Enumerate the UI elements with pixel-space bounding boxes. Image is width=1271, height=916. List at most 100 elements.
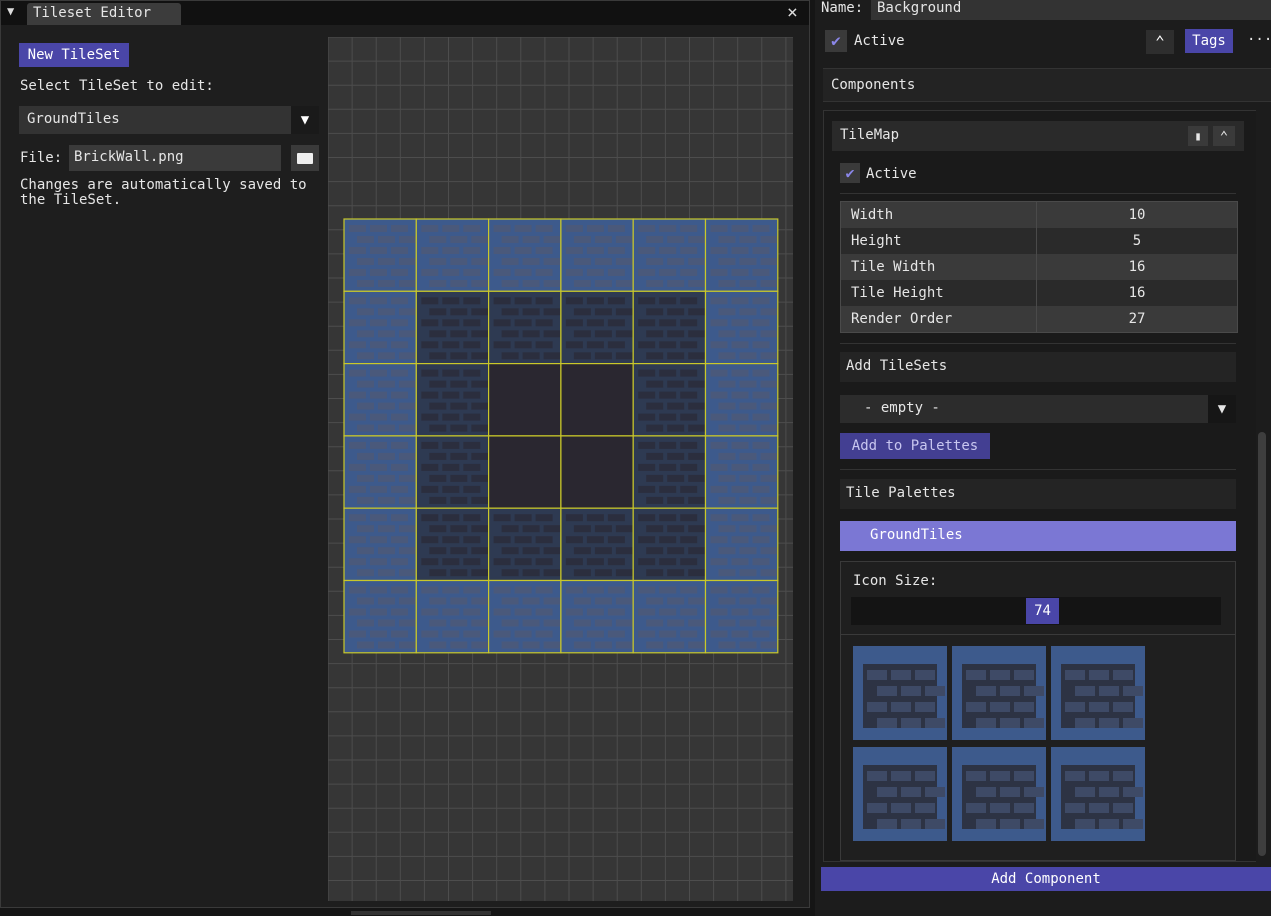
- tile-cell[interactable]: [560, 218, 634, 292]
- tile-cell[interactable]: [632, 363, 707, 437]
- brick: [565, 558, 583, 566]
- palette-tile[interactable]: [1051, 747, 1145, 841]
- chevron-down-icon[interactable]: ▼: [1208, 395, 1236, 423]
- close-icon[interactable]: ×: [787, 2, 798, 23]
- icon-size-slider[interactable]: 74: [851, 597, 1221, 625]
- brick: [450, 308, 468, 316]
- tile-cell[interactable]: [632, 435, 707, 509]
- tile-cell[interactable]: [415, 507, 490, 582]
- brick: [391, 269, 408, 276]
- tile-cell[interactable]: [704, 435, 779, 509]
- property-value[interactable]: 5: [1037, 233, 1237, 249]
- name-input[interactable]: Background: [871, 0, 1271, 20]
- tile-cell[interactable]: [343, 579, 417, 654]
- palette-tile[interactable]: [952, 747, 1046, 841]
- tile-cell[interactable]: [560, 290, 634, 365]
- brick: [421, 558, 439, 566]
- more-icon[interactable]: ···: [1247, 32, 1271, 48]
- brick: [535, 586, 553, 594]
- tile-cell[interactable]: [488, 290, 562, 365]
- brick: [901, 686, 921, 696]
- tile-cell[interactable]: [415, 435, 490, 509]
- trash-icon[interactable]: ▮: [1188, 126, 1208, 146]
- tile-cell[interactable]: [343, 363, 417, 437]
- palette-tiles[interactable]: [853, 646, 1145, 842]
- property-value[interactable]: 16: [1037, 259, 1237, 275]
- tile-cell[interactable]: [488, 218, 562, 292]
- tile-cell[interactable]: [704, 218, 779, 292]
- tile-cell[interactable]: [560, 363, 634, 437]
- brick: [607, 514, 625, 522]
- slider-handle[interactable]: 74: [1026, 598, 1059, 624]
- tile-grid[interactable]: [328, 37, 793, 901]
- property-value[interactable]: 27: [1037, 311, 1237, 327]
- brick: [399, 547, 416, 555]
- brick: [646, 330, 664, 338]
- tileset-dropdown[interactable]: - empty - ▼: [840, 395, 1236, 423]
- palette-tile[interactable]: [853, 747, 947, 841]
- folder-button[interactable]: [291, 145, 319, 171]
- tile-cell[interactable]: [704, 290, 779, 365]
- tile-cell[interactable]: [488, 363, 562, 437]
- tileset-select[interactable]: GroundTiles ▼: [19, 106, 319, 134]
- vertical-scrollbar[interactable]: [1256, 110, 1268, 862]
- tilemap-header[interactable]: TileMap ▮ ⌃: [832, 121, 1244, 151]
- tags-button[interactable]: Tags: [1185, 29, 1233, 53]
- tile-cell[interactable]: [343, 435, 417, 509]
- tile-cell[interactable]: [415, 218, 490, 292]
- brick: [638, 558, 656, 566]
- tile-cell[interactable]: [704, 363, 779, 437]
- brick: [760, 569, 778, 577]
- tile-cell[interactable]: [343, 507, 417, 582]
- tile-canvas[interactable]: [328, 37, 793, 901]
- file-field[interactable]: BrickWall.png: [69, 145, 281, 171]
- tile-cell[interactable]: [704, 507, 779, 582]
- collapse-up-button[interactable]: ⌃: [1146, 30, 1174, 54]
- tile-cell[interactable]: [560, 579, 634, 654]
- new-tileset-button[interactable]: New TileSet: [19, 43, 129, 67]
- tile-cell[interactable]: [415, 579, 490, 654]
- brick: [421, 413, 439, 421]
- brick: [615, 619, 633, 627]
- active-checkbox[interactable]: ✔: [825, 30, 847, 52]
- brick: [646, 280, 664, 287]
- tilemap-active-checkbox[interactable]: ✔: [840, 163, 860, 183]
- palette-tile[interactable]: [1051, 646, 1145, 740]
- chevron-down-icon[interactable]: ▼: [291, 106, 319, 134]
- palette-tile[interactable]: [952, 646, 1046, 740]
- brick: [710, 514, 728, 522]
- tile-cell[interactable]: [632, 290, 707, 365]
- tile-cell[interactable]: [343, 290, 417, 365]
- tile-cell[interactable]: [343, 218, 417, 292]
- tile-palettes-label: Tile Palettes: [846, 485, 956, 501]
- tile-cell[interactable]: [560, 507, 634, 582]
- tile-cell[interactable]: [632, 579, 707, 654]
- brick: [739, 280, 757, 287]
- brick: [718, 402, 736, 410]
- collapse-icon[interactable]: ▼: [7, 4, 21, 20]
- tile-cell[interactable]: [632, 507, 707, 582]
- tile-cell[interactable]: [704, 579, 779, 654]
- property-value[interactable]: 10: [1037, 207, 1237, 223]
- palette-tile[interactable]: [853, 646, 947, 740]
- tile-cell[interactable]: [488, 507, 562, 582]
- scrollbar-thumb[interactable]: [1258, 432, 1266, 856]
- chevron-up-icon[interactable]: ⌃: [1213, 126, 1235, 146]
- add-to-palettes-button[interactable]: Add to Palettes: [840, 433, 990, 459]
- tile-cell[interactable]: [488, 579, 562, 654]
- property-value[interactable]: 16: [1037, 285, 1237, 301]
- title-bar: ▼ Tileset Editor ×: [1, 1, 809, 25]
- tile-cell[interactable]: [632, 218, 707, 292]
- brick: [471, 474, 489, 482]
- brick: [615, 352, 633, 360]
- tile-cell[interactable]: [415, 363, 490, 437]
- brick: [1000, 686, 1020, 696]
- tab-tileset-editor[interactable]: Tileset Editor: [27, 3, 181, 25]
- palette-item-groundtiles[interactable]: GroundTiles: [840, 521, 1236, 551]
- tile-fill: [488, 363, 561, 436]
- tile-cell[interactable]: [560, 435, 634, 509]
- add-component-button[interactable]: Add Component: [821, 867, 1271, 891]
- tile-cell[interactable]: [415, 290, 490, 365]
- tile-cell[interactable]: [488, 435, 562, 509]
- horizontal-scrollbar[interactable]: [351, 911, 491, 915]
